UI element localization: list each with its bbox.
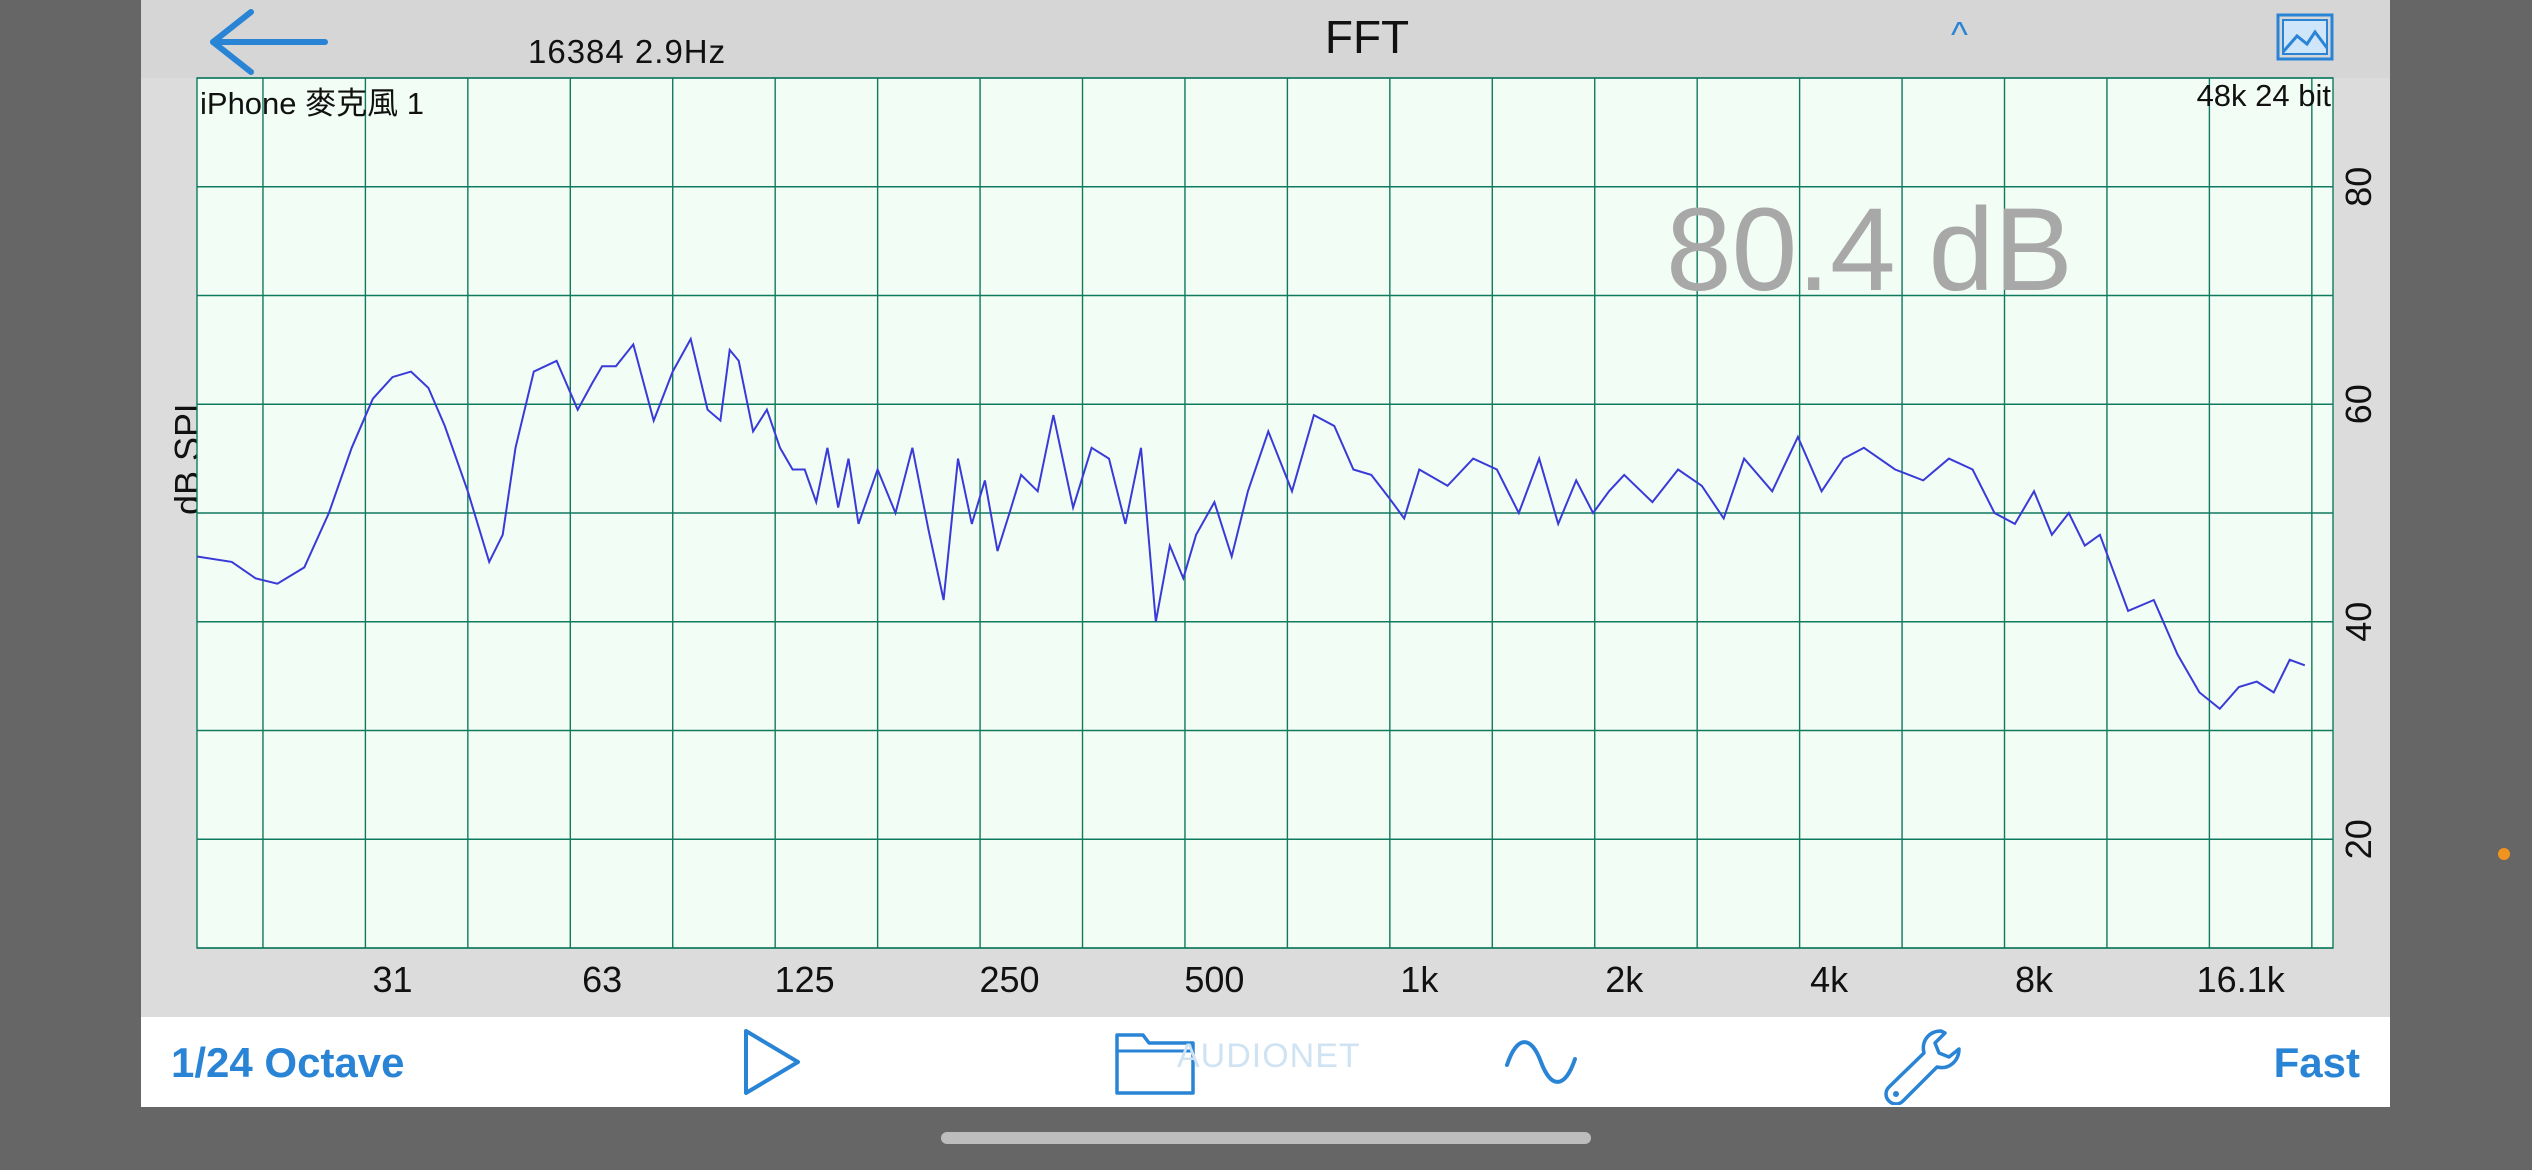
y-tick-label: 40: [2338, 602, 2379, 642]
octave-resolution-button[interactable]: 1/24 Octave: [171, 1039, 405, 1087]
x-tick-label: 16.1k: [2197, 959, 2286, 1000]
x-tick-label: 4k: [1810, 959, 1849, 1000]
caret-up-icon[interactable]: ^: [1951, 14, 1968, 56]
arrow-left-icon[interactable]: [201, 6, 331, 78]
y-tick-label: 80: [2338, 167, 2379, 207]
x-tick-label: 8k: [2015, 959, 2054, 1000]
watermark: AUDIONET: [1177, 1037, 1361, 1075]
wrench-icon[interactable]: [1879, 1025, 1965, 1105]
x-tick-label: 250: [980, 959, 1040, 1000]
x-tick-label: 125: [775, 959, 835, 1000]
image-icon[interactable]: [2275, 12, 2335, 62]
page-title: FFT: [1324, 11, 1410, 63]
play-icon[interactable]: [736, 1025, 806, 1099]
y-tick-label: 20: [2338, 819, 2379, 859]
spectrum-trace: [196, 336, 2306, 711]
x-tick-label: 31: [372, 959, 412, 1000]
x-tick-label: 2k: [1605, 959, 1644, 1000]
app-screen: 16384 2.9Hz FFT ^ dB SPL 31 63 125 250 500 1k…: [141, 0, 2390, 1107]
y-tick-label: 60: [2338, 384, 2379, 424]
fft-size-resolution: 16384 2.9Hz: [528, 33, 727, 70]
status-dot: [2498, 848, 2510, 860]
sample-format-label: 48k 24 bit: [2196, 78, 2331, 113]
home-indicator[interactable]: [941, 1132, 1591, 1144]
input-device-label: iPhone 麥克風 1: [200, 86, 424, 121]
x-tick-label: 1k: [1400, 959, 1439, 1000]
sine-wave-icon[interactable]: [1501, 1025, 1581, 1099]
bottom-toolbar: 1/24 Octave AUDIONET Fast: [141, 1017, 2390, 1107]
overall-level-readout: 80.4 dB: [1666, 184, 2073, 316]
top-bar: 16384 2.9Hz FFT ^: [141, 0, 2390, 78]
x-tick-label: 63: [582, 959, 622, 1000]
response-speed-button[interactable]: Fast: [2274, 1039, 2360, 1087]
x-tick-label: 500: [1184, 959, 1244, 1000]
